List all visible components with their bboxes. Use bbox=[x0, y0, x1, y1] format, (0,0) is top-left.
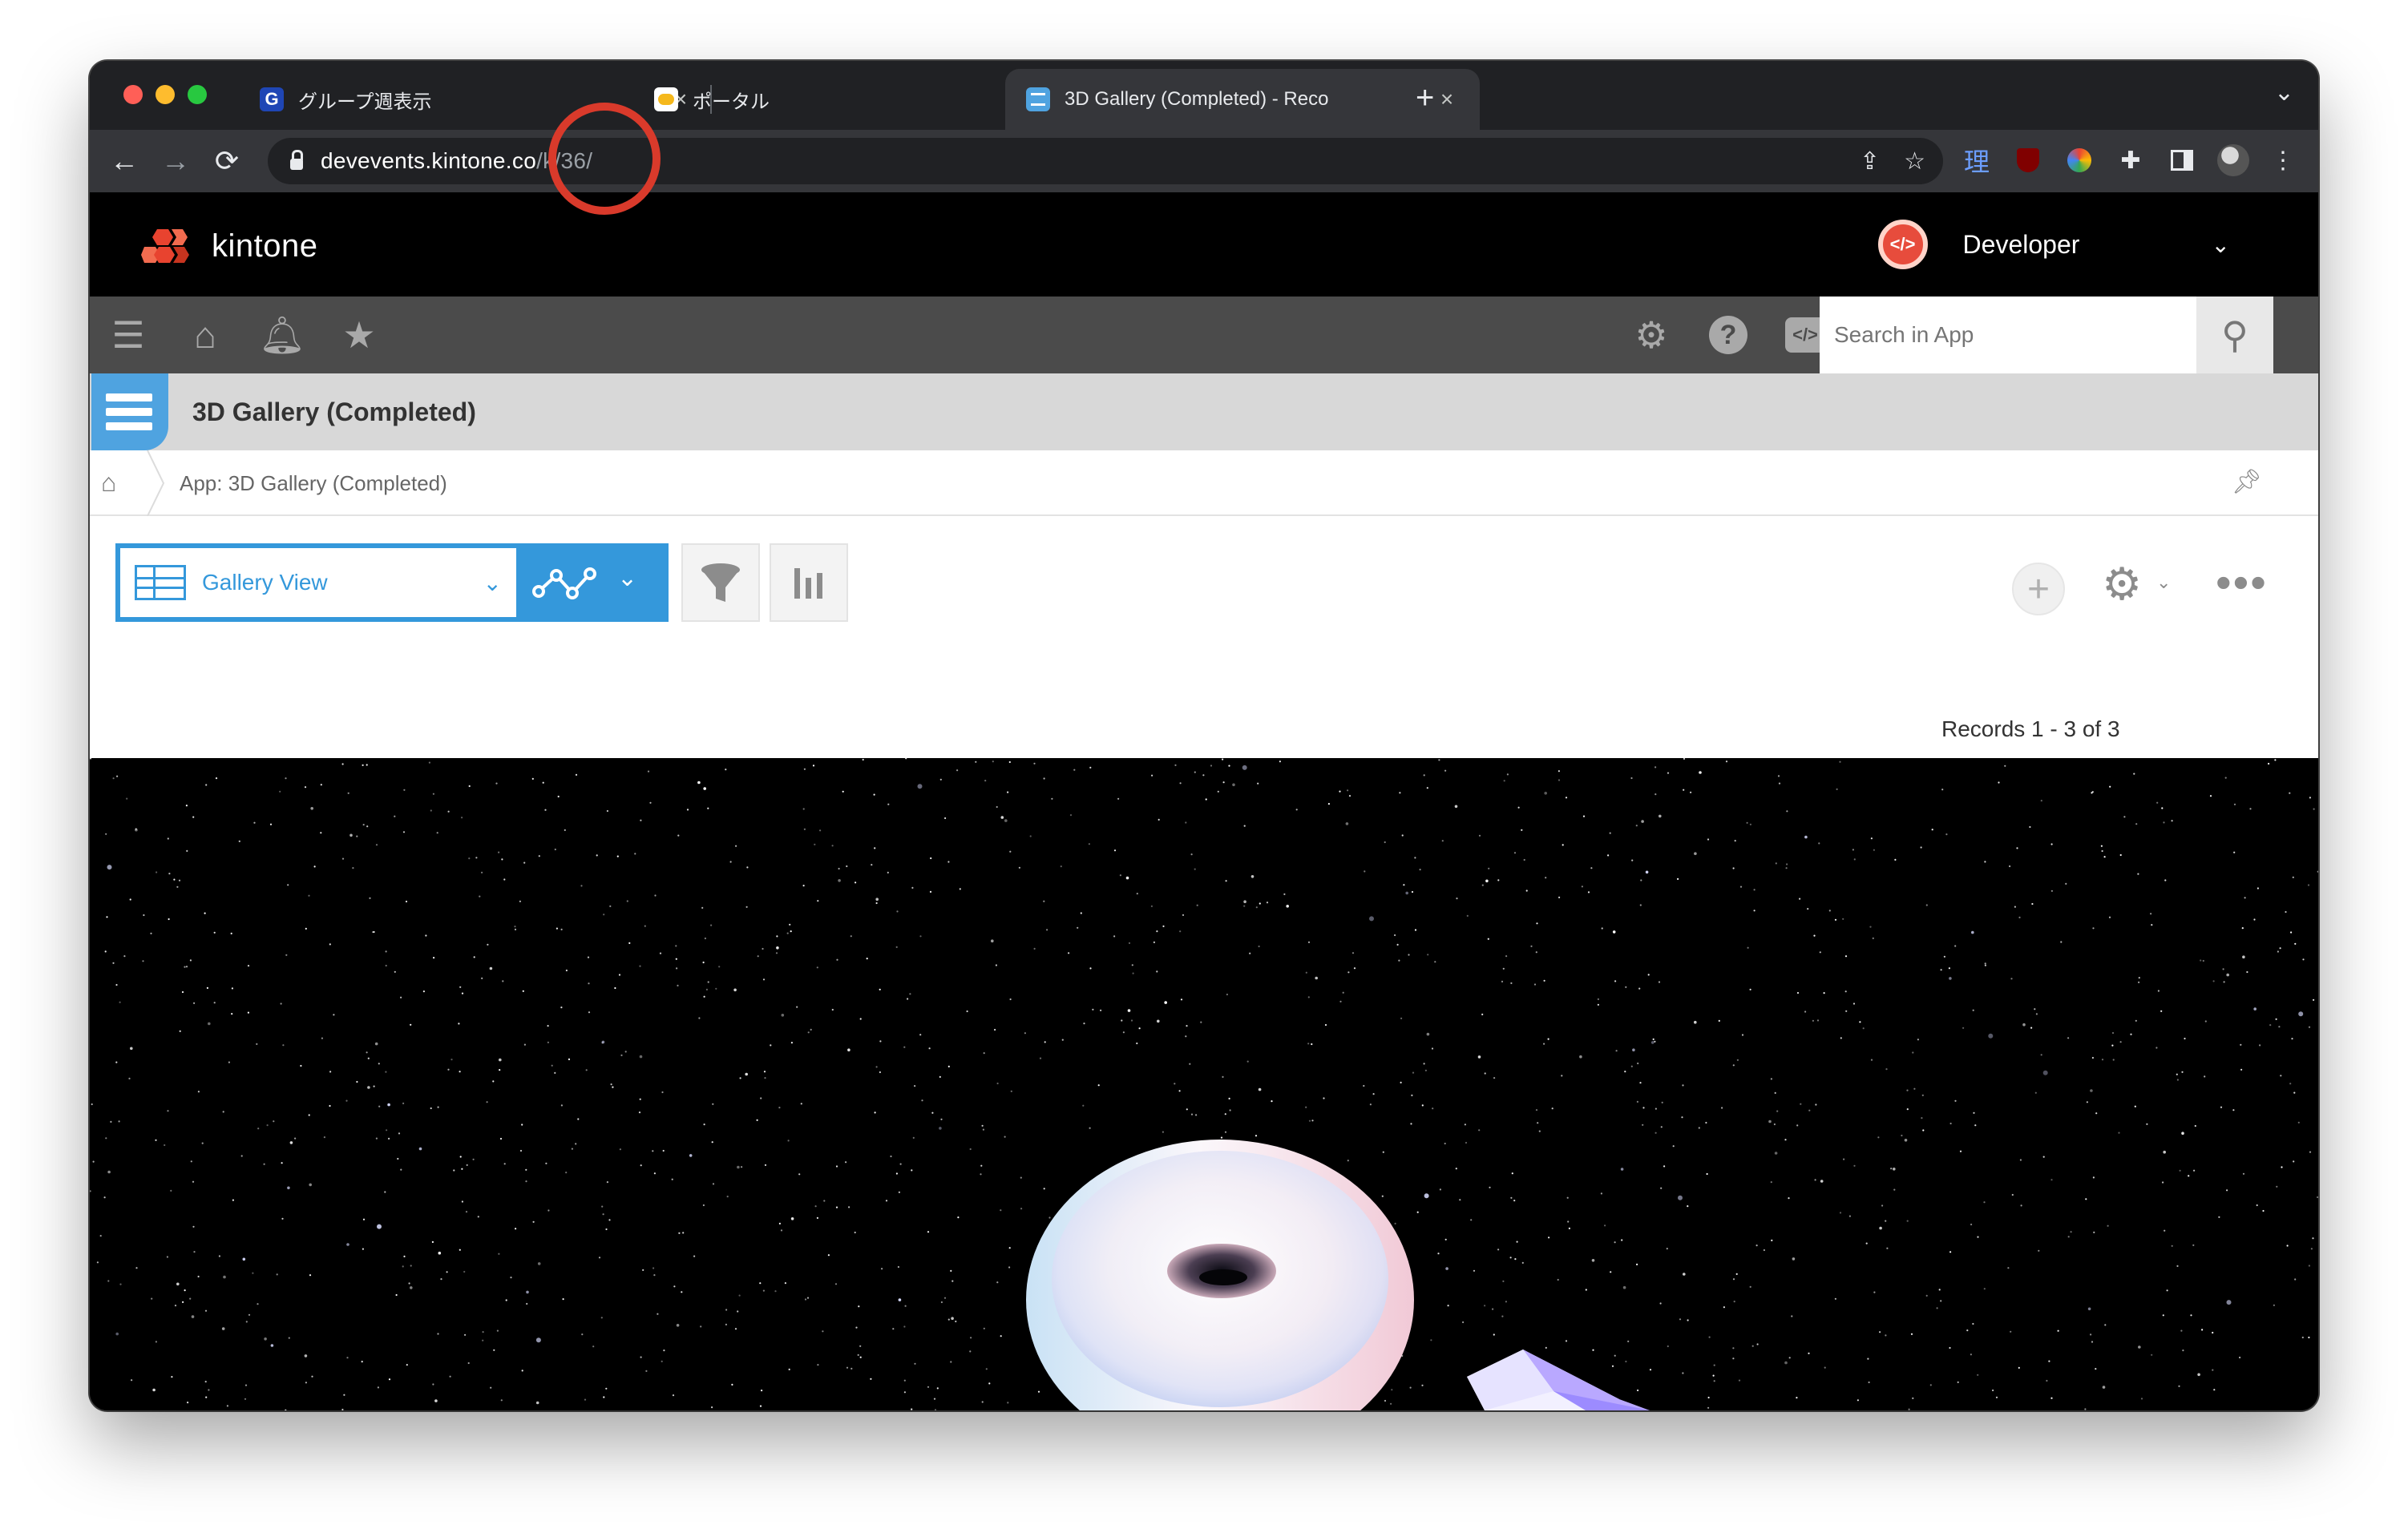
user-menu[interactable]: </> Developer ⌄ bbox=[1877, 220, 2230, 269]
view-dropdown[interactable]: Gallery View ⌄ bbox=[120, 548, 516, 617]
chevron-down-icon: ⌄ bbox=[2211, 232, 2230, 257]
reload-icon[interactable]: ⟳ bbox=[208, 143, 245, 180]
new-tab-icon[interactable]: + bbox=[1416, 80, 1434, 116]
settings-gear-icon[interactable]: ⚙ bbox=[1629, 313, 1674, 357]
user-name: Developer bbox=[1962, 229, 2080, 259]
notification-bell-icon[interactable]: 🔔︎ bbox=[259, 313, 305, 357]
profile-avatar[interactable] bbox=[2217, 144, 2249, 176]
developer-gear-icon: </> bbox=[1877, 220, 1928, 269]
kintone-logo[interactable]: kintone bbox=[141, 226, 317, 266]
address-bar[interactable]: devevents.kintone.co/k/36/ ⇪ ☆ bbox=[268, 138, 1943, 184]
annotation-circle bbox=[548, 103, 661, 215]
close-window-button[interactable] bbox=[123, 85, 143, 104]
extension-color-icon[interactable] bbox=[2063, 144, 2095, 176]
kintone-header: kintone </> Developer ⌄ bbox=[90, 192, 2318, 297]
portal-icon bbox=[654, 87, 678, 111]
view-selector: Gallery View ⌄ ⌄ bbox=[115, 543, 669, 622]
extension-ublock-icon[interactable] bbox=[2012, 144, 2044, 176]
forward-icon[interactable]: → bbox=[157, 143, 194, 180]
app-search-input[interactable] bbox=[1820, 297, 2196, 373]
pin-icon[interactable]: 📌︎ bbox=[2232, 468, 2262, 496]
menu-hamburger-icon[interactable]: ☰ bbox=[106, 313, 151, 357]
starfield bbox=[90, 758, 2318, 1410]
lock-icon bbox=[290, 150, 303, 170]
add-record-button[interactable]: + bbox=[2012, 563, 2065, 615]
kintone-nav-bar: ☰ ⌂ 🔔︎ ★ ⚙ ? </> ⚲ bbox=[90, 297, 2318, 373]
tab-title: 3D Gallery (Completed) - Reco bbox=[1065, 88, 1329, 110]
more-options-icon[interactable]: ••• bbox=[2216, 556, 2268, 608]
home-icon[interactable]: ⌂ bbox=[183, 313, 228, 357]
kintone-app-icon bbox=[1026, 87, 1050, 111]
breadcrumb-app-link[interactable]: App: 3D Gallery (Completed) bbox=[180, 471, 447, 496]
favorites-star-icon[interactable]: ★ bbox=[337, 313, 382, 357]
app-list-icon bbox=[91, 373, 168, 450]
chevron-down-icon: ⌄ bbox=[483, 570, 502, 595]
graph-line-icon[interactable] bbox=[524, 551, 604, 614]
breadcrumb-home-icon[interactable]: ⌂ bbox=[101, 468, 133, 500]
side-panel-icon[interactable] bbox=[2166, 144, 2198, 176]
graph-bar-icon[interactable] bbox=[770, 543, 848, 622]
breadcrumb: ⌂ App: 3D Gallery (Completed) 📌︎ bbox=[90, 450, 2318, 516]
filter-funnel-icon[interactable] bbox=[681, 543, 760, 622]
browser-toolbar: ← → ⟳ devevents.kintone.co/k/36/ ⇪ ☆ 理 ✚… bbox=[90, 130, 2318, 192]
cube-object bbox=[1467, 1349, 1650, 1410]
graph-chevron-down-icon[interactable]: ⌄ bbox=[617, 564, 637, 592]
extension-ri-icon[interactable]: 理 bbox=[1961, 144, 1993, 176]
search-icon[interactable]: ⚲ bbox=[2196, 297, 2273, 373]
app-title: 3D Gallery (Completed) bbox=[192, 397, 476, 426]
tab-strip: G グループ週表示 × ポータル × 3D Gallery (Completed… bbox=[90, 61, 2318, 130]
browser-window: G グループ週表示 × ポータル × 3D Gallery (Completed… bbox=[90, 61, 2318, 1410]
view-toolbar: Gallery View ⌄ ⌄ + ⚙ ⌄ ••• Records 1 - 3… bbox=[90, 516, 2318, 758]
settings-chevron-down-icon[interactable]: ⌄ bbox=[2156, 572, 2171, 593]
close-tab-icon[interactable]: × bbox=[1435, 87, 1459, 112]
app-title-bar: 3D Gallery (Completed) bbox=[90, 373, 2318, 450]
torus-object bbox=[1026, 1140, 1414, 1410]
garoon-g-icon: G bbox=[260, 87, 284, 111]
app-settings-gear-icon[interactable]: ⚙ bbox=[2102, 558, 2142, 611]
tab-search-chevron-icon[interactable]: ⌄ bbox=[2274, 79, 2294, 107]
kintone-logo-icon bbox=[141, 229, 189, 263]
help-icon[interactable]: ? bbox=[1706, 313, 1751, 357]
table-view-icon bbox=[135, 565, 186, 600]
maximize-window-button[interactable] bbox=[188, 85, 207, 104]
tab-3d-gallery[interactable]: 3D Gallery (Completed) - Reco × bbox=[1005, 69, 1480, 130]
share-icon[interactable]: ⇪ bbox=[1860, 147, 1880, 175]
minimize-window-button[interactable] bbox=[156, 85, 175, 104]
tab-title: ポータル bbox=[693, 91, 770, 113]
gallery-3d-canvas[interactable] bbox=[90, 758, 2318, 1410]
brand-name: kintone bbox=[212, 228, 318, 264]
breadcrumb-separator-icon bbox=[147, 450, 165, 516]
bookmark-star-icon[interactable]: ☆ bbox=[1904, 147, 1925, 175]
extensions-puzzle-icon[interactable]: ✚ bbox=[2115, 144, 2147, 176]
browser-menu-icon[interactable]: ⋮ bbox=[2267, 144, 2299, 176]
records-count: Records 1 - 3 of 3 bbox=[1941, 716, 2120, 741]
view-selected-label: Gallery View bbox=[202, 570, 328, 595]
back-icon[interactable]: ← bbox=[106, 143, 143, 180]
